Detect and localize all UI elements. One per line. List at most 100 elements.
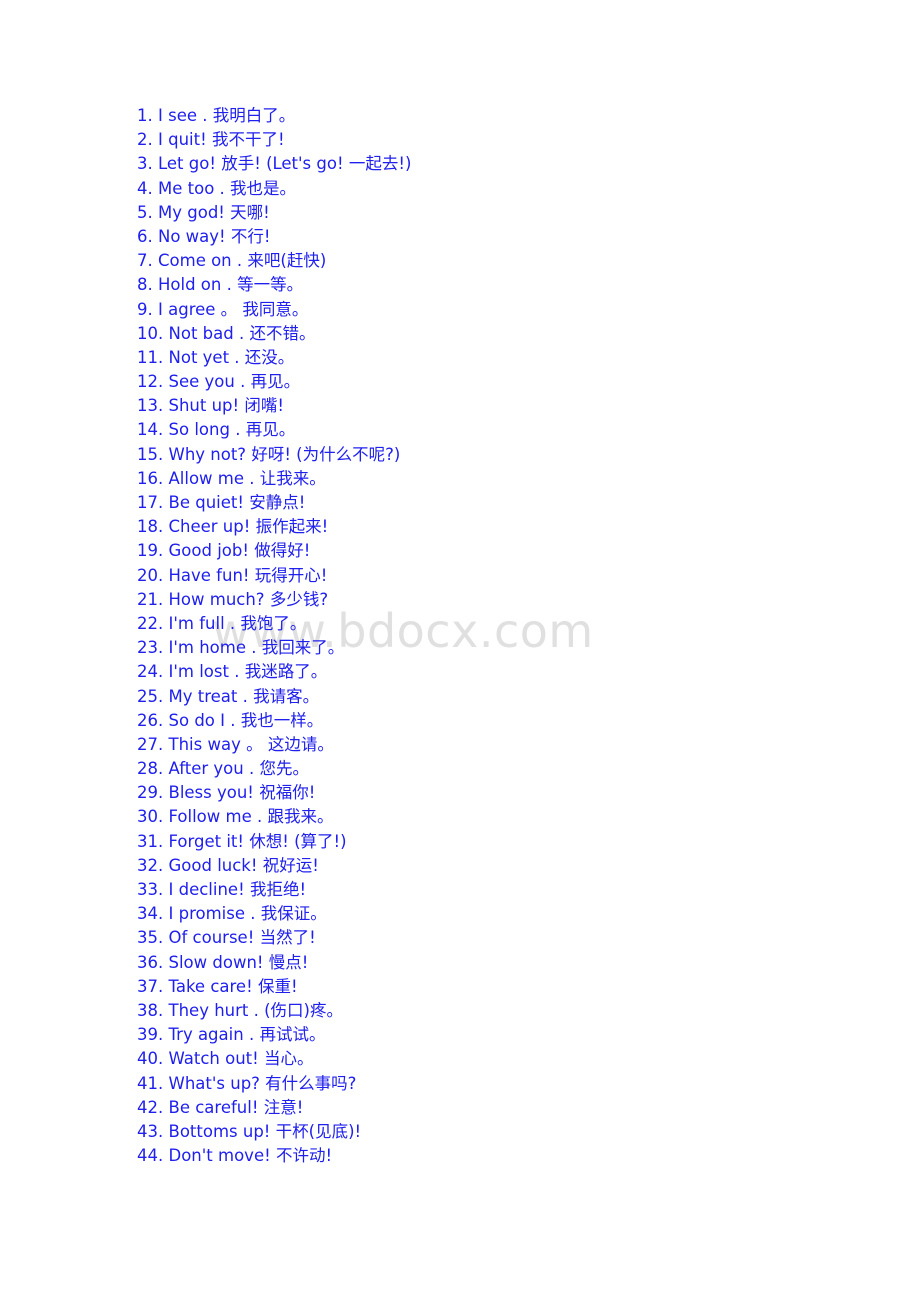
phrase-english: Bottoms up! <box>168 1121 271 1141</box>
phrase-number: 43. <box>137 1121 164 1141</box>
phrase-english: I'm home <box>168 638 247 658</box>
phrase-item: 19. Good job! 做得好! <box>137 539 877 563</box>
phrase-item: 1. I see . 我明白了。 <box>137 104 877 128</box>
phrase-chinese: 我也是。 <box>230 178 297 198</box>
phrase-english: This way <box>168 734 241 754</box>
phrase-item: 40. Watch out! 当心。 <box>137 1047 877 1071</box>
phrase-number: 21. <box>137 589 164 609</box>
phrase-separator: . <box>219 178 225 198</box>
phrase-english: Bless you! <box>168 783 254 803</box>
phrase-english: I decline! <box>168 880 245 899</box>
phrase-number: 25. <box>137 686 164 706</box>
phrase-chinese: 我明白了。 <box>212 106 296 125</box>
phrase-item: 42. Be careful! 注意! <box>137 1096 877 1120</box>
phrase-item: 18. Cheer up! 振作起来! <box>137 515 877 539</box>
phrase-english: Watch out! <box>168 1049 259 1069</box>
phrase-chinese: 再见。 <box>245 420 296 440</box>
phrase-number: 30. <box>137 807 164 827</box>
phrase-chinese: 我同意。 <box>242 299 309 319</box>
phrase-separator: 。 <box>246 734 263 754</box>
phrase-item: 2. I quit! 我不干了! <box>137 128 877 152</box>
phrase-number: 11. <box>137 347 164 367</box>
phrase-number: 20. <box>137 565 164 585</box>
phrase-english: After you <box>168 759 244 779</box>
phrase-separator: . <box>248 759 255 779</box>
phrase-chinese: 我保证。 <box>260 904 327 924</box>
phrase-chinese: 我回来了。 <box>261 638 345 658</box>
phrase-item: 14. So long . 再见。 <box>137 418 877 442</box>
phrase-chinese: 我请客。 <box>253 686 320 706</box>
phrase-separator: . <box>250 904 256 924</box>
phrase-separator: . <box>253 1000 259 1020</box>
phrase-item: 27. This way 。 这边请。 <box>137 733 877 757</box>
phrase-list: 1. I see . 我明白了。 2. I quit! 我不干了! 3. Let g… <box>137 104 877 1168</box>
phrase-item: 20. Have fun! 玩得开心! <box>137 564 877 588</box>
phrase-separator: . <box>249 468 255 488</box>
phrase-english: Allow me <box>168 468 245 488</box>
phrase-separator: . <box>234 347 240 367</box>
phrase-item: 25. My treat . 我请客。 <box>137 685 877 709</box>
phrase-chinese: 这边请。 <box>267 734 334 754</box>
phrase-chinese: 我不干了! <box>211 130 285 150</box>
phrase-chinese: 不许动! <box>275 1146 333 1166</box>
phrase-number: 2. <box>137 130 153 150</box>
phrase-english: Good luck! <box>168 855 258 875</box>
phrase-number: 23. <box>137 638 164 658</box>
phrase-item: 39. Try again . 再试试。 <box>137 1023 877 1047</box>
phrase-chinese: 注意! <box>263 1097 304 1117</box>
phrase-separator: . <box>236 251 243 271</box>
phrase-item: 38. They hurt . (伤口)疼。 <box>137 999 877 1023</box>
phrase-item: 36. Slow down! 慢点! <box>137 951 877 975</box>
phrase-chinese: 还不错。 <box>249 323 316 343</box>
phrase-number: 12. <box>137 372 164 392</box>
phrase-english: I'm lost <box>168 662 229 682</box>
phrase-item: 12. See you . 再见。 <box>137 370 877 394</box>
phrase-english: What's up? <box>168 1073 260 1093</box>
phrase-separator: . <box>256 807 263 827</box>
phrase-chinese: 我也一样。 <box>240 710 324 730</box>
phrase-chinese: 等一等。 <box>237 275 304 295</box>
phrase-chinese: 休想! (算了!) <box>249 831 347 851</box>
phrase-item: 3. Let go! 放手! (Let's go! 一起去!) <box>137 152 877 176</box>
phrase-item: 9. I agree 。 我同意。 <box>137 298 877 322</box>
phrase-chinese: 我迷路了。 <box>244 662 328 682</box>
phrase-english: I promise <box>168 904 246 924</box>
phrase-english: So long <box>168 420 230 440</box>
phrase-english: Slow down! <box>168 952 264 972</box>
phrase-english: My treat <box>168 686 238 706</box>
phrase-english: Forget it! <box>168 831 245 851</box>
phrase-item: 24. I'm lost . 我迷路了。 <box>137 660 877 684</box>
phrase-chinese: 玩得开心! <box>254 565 328 585</box>
phrase-english: Be quiet! <box>168 493 244 512</box>
phrase-separator: . <box>248 1025 255 1045</box>
phrase-english: Why not? <box>168 444 247 464</box>
phrase-english: Come on <box>158 251 232 271</box>
phrase-english: Hold on <box>158 275 222 295</box>
phrase-number: 5. <box>137 202 153 222</box>
phrase-number: 33. <box>137 880 164 899</box>
phrase-chinese: 干杯(见底)! <box>275 1121 362 1141</box>
phrase-number: 38. <box>137 1000 164 1020</box>
phrase-chinese: 不行! <box>230 226 271 246</box>
phrase-chinese: 有什么事吗? <box>265 1073 357 1093</box>
phrase-chinese: 闭嘴! <box>244 396 285 416</box>
phrase-item: 21. How much? 多少钱? <box>137 588 877 612</box>
phrase-number: 17. <box>137 493 164 512</box>
phrase-separator: . <box>251 638 257 658</box>
phrase-separator: . <box>202 106 208 125</box>
phrase-english: They hurt <box>168 1000 249 1020</box>
phrase-item: 44. Don't move! 不许动! <box>137 1144 877 1168</box>
phrase-number: 40. <box>137 1049 164 1069</box>
phrase-item: 22. I'm full . 我饱了。 <box>137 612 877 636</box>
phrase-item: 26. So do I . 我也一样。 <box>137 709 877 733</box>
phrase-number: 7. <box>137 251 153 271</box>
phrase-number: 1. <box>137 106 153 125</box>
phrase-number: 9. <box>137 299 153 319</box>
phrase-english: Not yet <box>168 347 230 367</box>
phrase-chinese: 保重! <box>257 976 298 996</box>
phrase-english: Not bad <box>168 323 234 343</box>
phrase-english: How much? <box>168 589 265 609</box>
phrase-number: 10. <box>137 323 164 343</box>
phrase-number: 36. <box>137 952 164 972</box>
phrase-item: 16. Allow me . 让我来。 <box>137 467 877 491</box>
